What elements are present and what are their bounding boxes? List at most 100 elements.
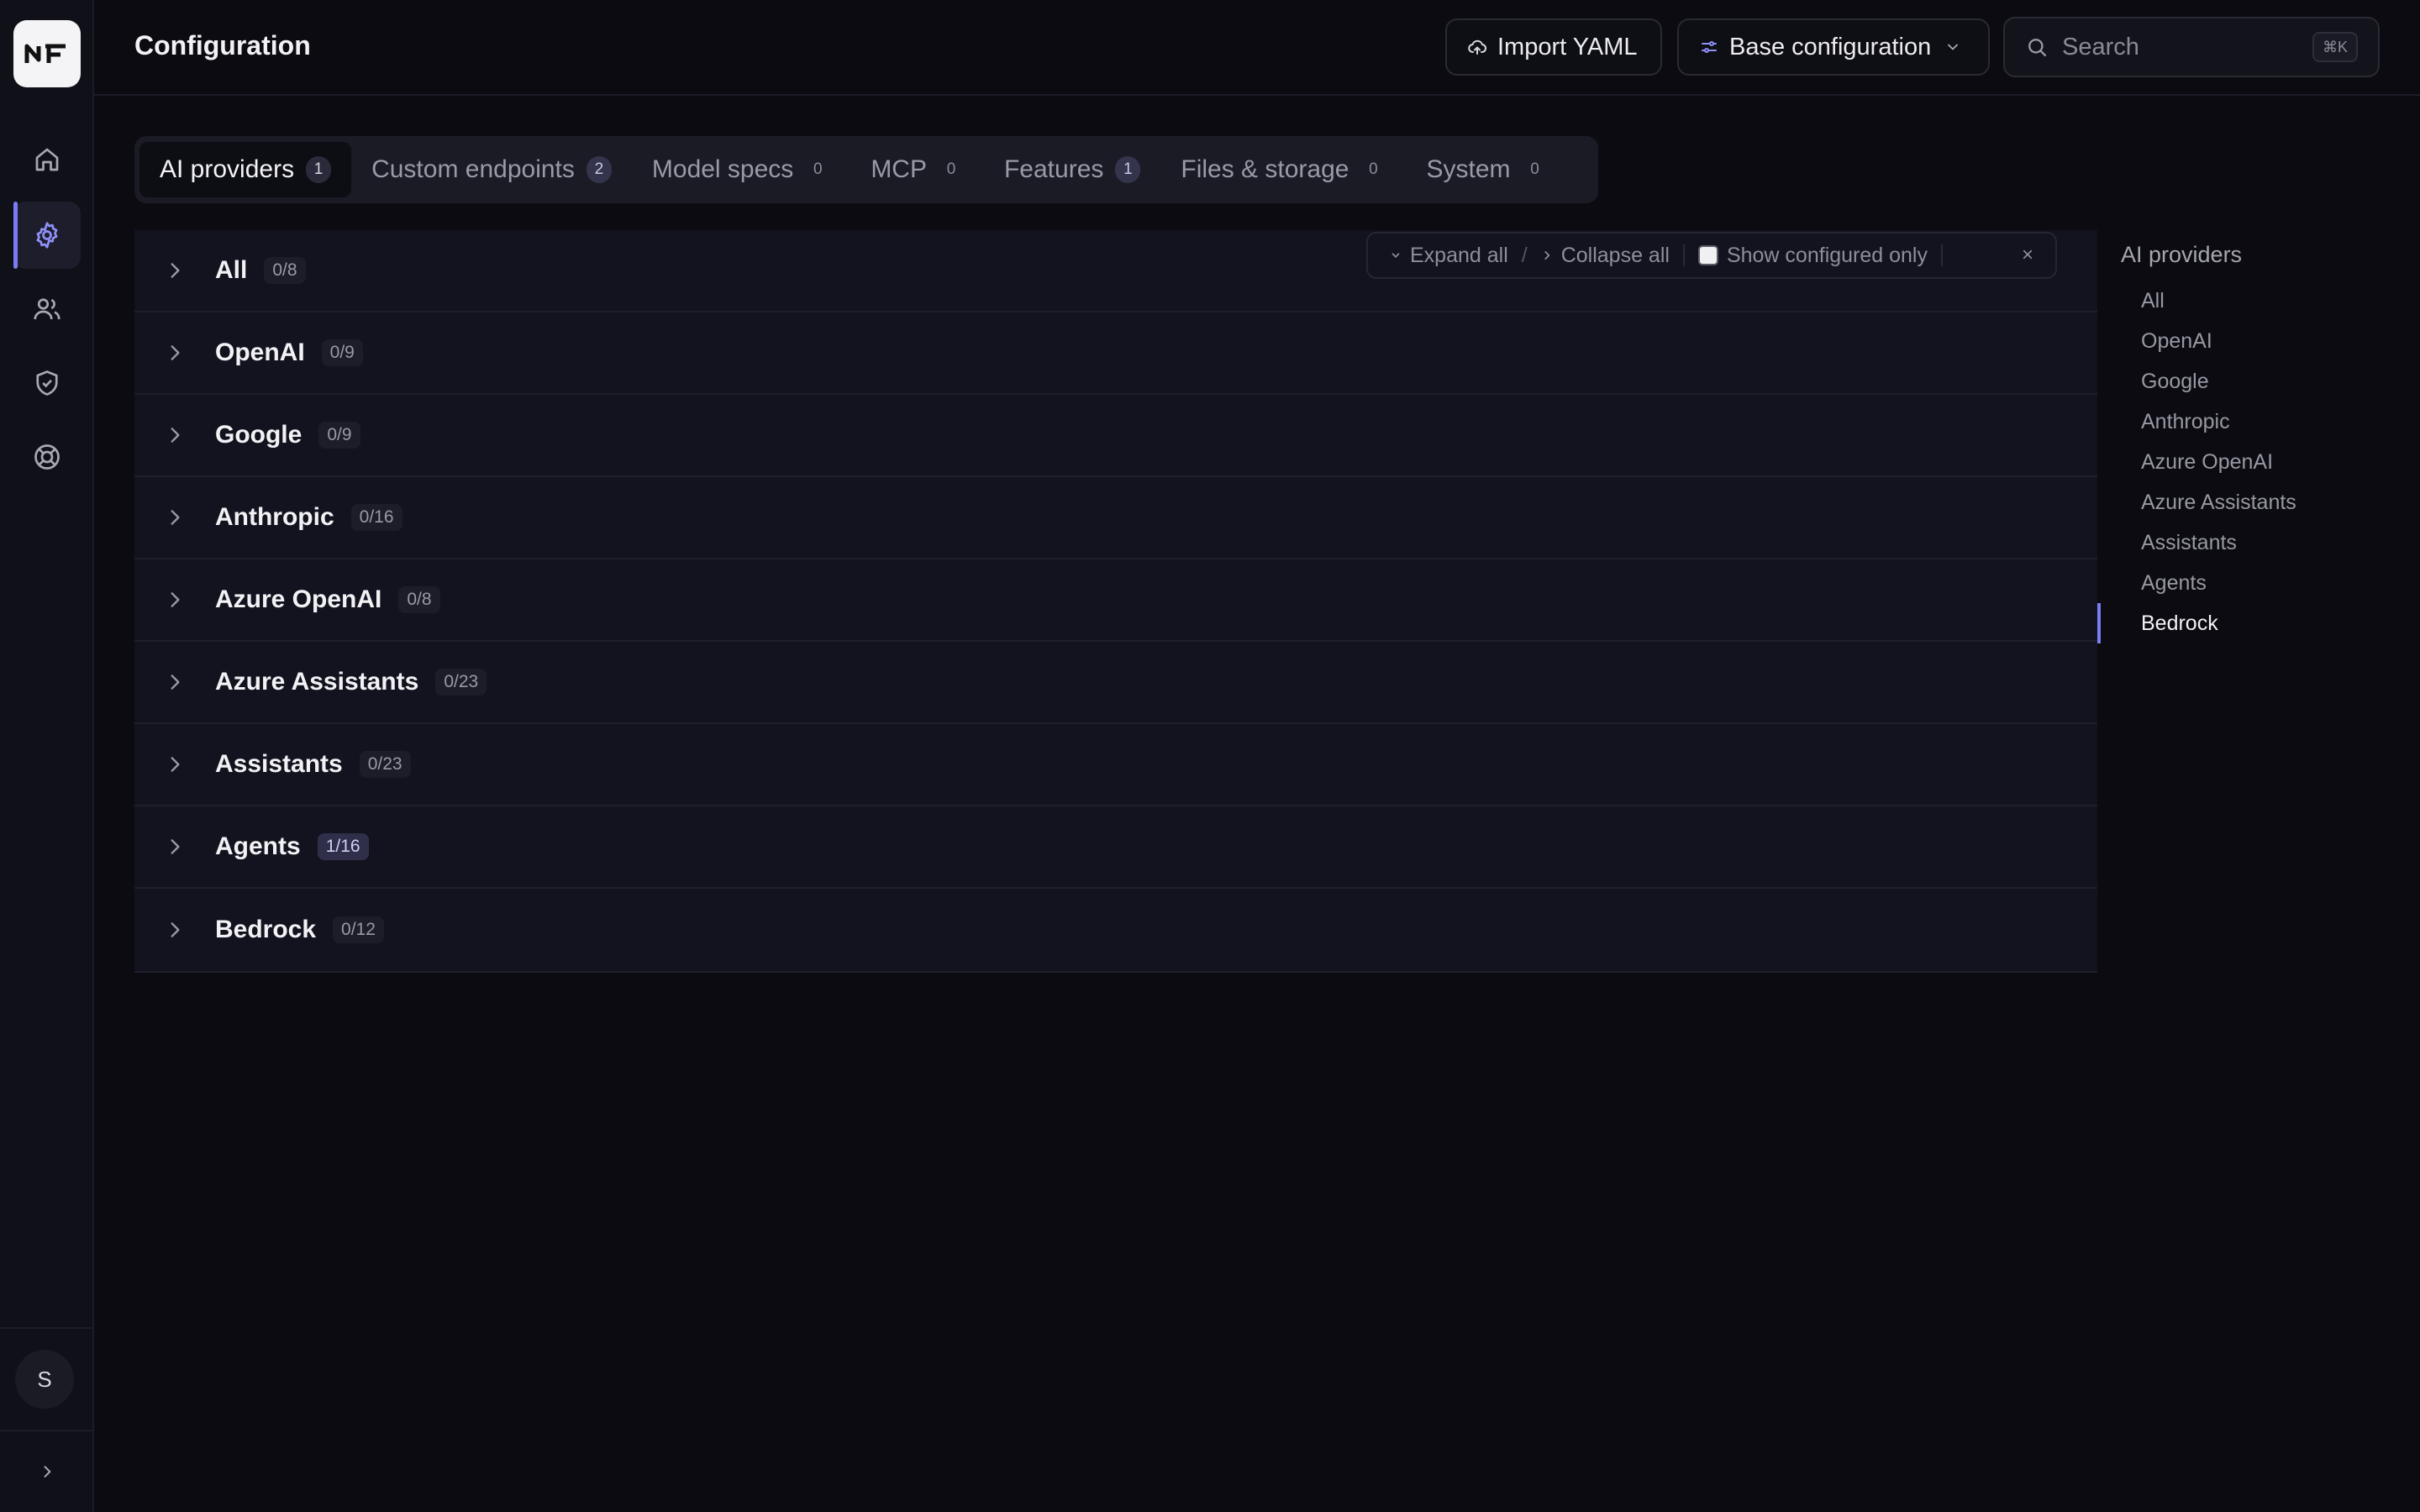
- base-configuration-label: Base configuration: [1729, 33, 1932, 60]
- nav-home[interactable]: [13, 126, 81, 193]
- list-toolbar: Expand all / Collapse all Show configure…: [1366, 232, 2057, 279]
- show-configured-label: Show configured only: [1726, 243, 1928, 267]
- tab-label: System: [1426, 155, 1511, 183]
- gear-icon: [36, 222, 58, 249]
- chevron-down-icon: [1948, 44, 1959, 50]
- provider-count-badge: 0/8: [264, 257, 306, 284]
- provider-label: Agents: [215, 832, 301, 860]
- search-box[interactable]: ⌘K: [2003, 17, 2380, 77]
- top-header: Configuration Import YAML Base configura…: [94, 0, 2420, 96]
- outline-title: AI providers: [2121, 242, 2243, 267]
- tab-label: AI providers: [160, 155, 295, 183]
- provider-count-badge: 0/12: [333, 916, 384, 943]
- provider-label: Assistants: [215, 750, 343, 778]
- tab-ai-providers[interactable]: AI providers 1: [139, 142, 352, 197]
- chevron-right-icon[interactable]: [158, 336, 192, 370]
- sliders-icon: [1702, 41, 1717, 53]
- outline-item[interactable]: Anthropic: [2141, 410, 2230, 434]
- tab-count-badge: 0: [946, 160, 956, 178]
- app-logo[interactable]: [13, 20, 81, 87]
- show-configured-checkbox[interactable]: [1697, 245, 1718, 265]
- users-icon: [34, 298, 60, 320]
- nav-help[interactable]: [13, 423, 81, 491]
- toolbar-separator: /: [1521, 243, 1528, 267]
- provider-label: Azure OpenAI: [215, 585, 382, 613]
- provider-list: All 0/8 OpenAI 0/9 Google 0/9 Anthropic 0/16 Azu…: [134, 230, 2097, 973]
- tab-custom-endpoints[interactable]: Custom endpoints 2: [351, 142, 632, 197]
- tab-label: Files & storage: [1181, 155, 1349, 183]
- chevron-right-icon[interactable]: [158, 583, 192, 617]
- chevron-right-icon[interactable]: [158, 913, 192, 947]
- rail-divider: [0, 1327, 94, 1329]
- provider-row[interactable]: Google 0/9: [134, 395, 2097, 477]
- provider-count-badge: 1/16: [317, 833, 369, 860]
- tab-features[interactable]: Features 1: [984, 142, 1160, 197]
- provider-row[interactable]: Bedrock 0/12: [134, 889, 2097, 971]
- provider-row[interactable]: Anthropic 0/16: [134, 477, 2097, 559]
- chevron-right-icon[interactable]: [158, 501, 192, 534]
- provider-count-badge: 0/9: [321, 339, 363, 366]
- expand-sidebar-button[interactable]: [30, 1455, 64, 1488]
- provider-count-badge: 0/23: [359, 751, 411, 778]
- rail-divider: [0, 1430, 94, 1431]
- active-indicator: [13, 202, 18, 269]
- toolbar-divider: [1941, 244, 1943, 266]
- tab-label: Custom endpoints: [371, 155, 575, 183]
- chevron-right-icon[interactable]: [158, 748, 192, 781]
- logo-mark-icon: [24, 44, 66, 63]
- search-input[interactable]: [2062, 33, 2297, 61]
- outline-item[interactable]: OpenAI: [2141, 329, 2212, 354]
- tab-count-badge: 0: [1530, 160, 1539, 178]
- outline-item[interactable]: Assistants: [2141, 531, 2237, 555]
- tab-mcp[interactable]: MCP 0: [850, 142, 984, 197]
- provider-count-badge: 0/9: [318, 422, 360, 449]
- lifebuoy-icon: [34, 444, 60, 470]
- tab-label: Features: [1003, 155, 1104, 183]
- tab-count-badge: 1: [1115, 156, 1141, 183]
- outline-item[interactable]: Azure Assistants: [2141, 491, 2296, 515]
- collapse-all-label: Collapse all: [1560, 243, 1670, 267]
- outline-active-indicator: [2097, 603, 2101, 643]
- home-icon: [35, 148, 59, 171]
- provider-row[interactable]: Agents 1/16: [134, 806, 2097, 889]
- outline-item[interactable]: All: [2141, 289, 2165, 313]
- outline-item[interactable]: Bedrock: [2141, 612, 2218, 636]
- outline-item[interactable]: Google: [2141, 370, 2209, 394]
- chevron-right-icon[interactable]: [158, 830, 192, 864]
- provider-label: OpenAI: [215, 339, 305, 366]
- tab-count-badge: 0: [813, 160, 823, 178]
- search-icon: [2028, 39, 2047, 57]
- search-shortcut-hint: ⌘K: [2312, 32, 2358, 62]
- outline-item[interactable]: Azure OpenAI: [2141, 450, 2273, 475]
- chevron-down-icon: [1392, 253, 1400, 258]
- tab-count-badge: 0: [1369, 160, 1378, 178]
- tab-system[interactable]: System 0: [1406, 142, 1567, 197]
- expand-all-button[interactable]: Expand all: [1390, 244, 1508, 268]
- base-configuration-dropdown[interactable]: Base configuration: [1677, 18, 1990, 76]
- user-avatar[interactable]: S: [15, 1350, 74, 1409]
- nav-security[interactable]: [13, 349, 81, 417]
- provider-row[interactable]: Assistants 0/23: [134, 724, 2097, 806]
- outline-item[interactable]: Agents: [2141, 571, 2207, 596]
- chevron-right-icon[interactable]: [158, 254, 192, 287]
- chevron-right-icon[interactable]: [158, 665, 192, 699]
- import-yaml-button[interactable]: Import YAML: [1445, 18, 1662, 76]
- provider-count-badge: 0/8: [398, 586, 440, 613]
- chevron-right-icon[interactable]: [158, 418, 192, 452]
- shield-check-icon: [36, 370, 58, 396]
- chevron-right-icon: [44, 1466, 51, 1478]
- provider-row[interactable]: OpenAI 0/9: [134, 312, 2097, 395]
- tab-model-specs[interactable]: Model specs 0: [632, 142, 850, 197]
- provider-row[interactable]: Azure OpenAI 0/8: [134, 559, 2097, 642]
- left-rail: S: [0, 0, 94, 1512]
- collapse-all-button[interactable]: Collapse all: [1541, 244, 1670, 268]
- provider-label: Bedrock: [215, 916, 317, 943]
- nav-settings[interactable]: [13, 202, 81, 269]
- chevron-right-icon: [1544, 251, 1549, 260]
- show-configured-toggle[interactable]: Show configured only: [1697, 243, 1928, 268]
- provider-label: All: [215, 256, 248, 284]
- tab-files-storage[interactable]: Files & storage 0: [1160, 142, 1406, 197]
- nav-users[interactable]: [13, 276, 81, 343]
- provider-row[interactable]: Azure Assistants 0/23: [134, 642, 2097, 724]
- close-toolbar-button[interactable]: ×: [2022, 244, 2033, 267]
